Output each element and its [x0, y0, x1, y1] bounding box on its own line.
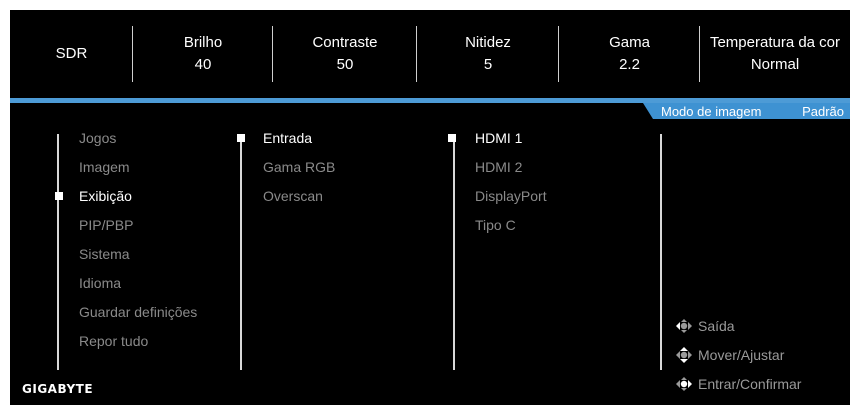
hint-enter-label: Entrar/Confirmar — [698, 376, 802, 392]
option-displayport[interactable]: DisplayPort — [475, 186, 547, 215]
picture-mode-value: Padrão — [802, 103, 844, 119]
status-bar: SDR Brilho 40 Contraste 50 Nitidez 5 Gam… — [10, 10, 850, 98]
option-hdmi-2[interactable]: HDMI 2 — [475, 157, 547, 186]
menu-line-main — [57, 134, 59, 370]
status-contrast: Contraste 50 — [273, 10, 417, 98]
menu-item-save-settings[interactable]: Guardar definições — [79, 302, 197, 331]
hint-exit: Saída — [675, 317, 735, 335]
menu-item-display-label: Exibição — [79, 188, 132, 204]
main-menu: Jogos Imagem Exibição PIP/PBP Sistema Id… — [55, 128, 197, 360]
menu-item-gaming[interactable]: Jogos — [79, 128, 197, 157]
gamma-value: 2.2 — [619, 56, 640, 73]
contrast-value: 50 — [336, 56, 354, 73]
input-options: HDMI 1 HDMI 2 DisplayPort Tipo C — [448, 128, 547, 244]
hint-exit-label: Saída — [698, 318, 735, 334]
osd-menu: SDR Brilho 40 Contraste 50 Nitidez 5 Gam… — [10, 10, 850, 405]
contrast-label: Contraste — [312, 34, 378, 51]
brightness-value: 40 — [194, 56, 212, 73]
option-hdmi-1[interactable]: HDMI 1 — [448, 128, 547, 157]
sub-menu: Entrada Gama RGB Overscan — [237, 128, 335, 215]
status-sharpness: Nitidez 5 — [417, 10, 559, 98]
menu-item-pip-pbp[interactable]: PIP/PBP — [79, 215, 197, 244]
submenu-item-input[interactable]: Entrada — [237, 128, 335, 157]
joystick-left-icon — [676, 319, 692, 333]
selection-marker — [448, 134, 456, 142]
brightness-label: Brilho — [183, 34, 223, 51]
hint-enter-confirm: Entrar/Confirmar — [675, 375, 801, 393]
gamma-label: Gama — [609, 34, 650, 51]
status-gamma: Gama 2.2 — [559, 10, 700, 98]
selection-marker — [55, 192, 63, 200]
menu-item-system[interactable]: Sistema — [79, 244, 197, 273]
joystick-press-icon — [676, 377, 692, 391]
status-brightness: Brilho 40 — [133, 10, 273, 98]
menu-line-options — [453, 134, 455, 370]
color-temp-label: Temperatura da cor — [709, 34, 841, 51]
sharpness-value: 5 — [483, 56, 493, 73]
sharpness-label: Nitidez — [465, 34, 511, 51]
joystick-up-down-icon — [676, 347, 692, 363]
submenu-item-rgb-range[interactable]: Gama RGB — [263, 157, 335, 186]
hint-move-adjust: Mover/Ajustar — [675, 346, 784, 364]
menu-line-sub — [240, 134, 242, 370]
status-hdr-label: SDR — [55, 45, 88, 62]
status-color-temperature: Temperatura da cor Normal — [700, 10, 850, 98]
menu-item-display[interactable]: Exibição — [55, 186, 197, 215]
gigabyte-logo: GIGABYTE — [22, 382, 94, 396]
picture-mode-label: Modo de imagem — [661, 103, 762, 119]
menu-item-language[interactable]: Idioma — [79, 273, 197, 302]
menu-item-reset-all[interactable]: Repor tudo — [79, 331, 197, 360]
hint-move-label: Mover/Ajustar — [698, 347, 785, 363]
option-hdmi-1-label: HDMI 1 — [475, 130, 523, 146]
selection-marker — [237, 134, 245, 142]
option-type-c[interactable]: Tipo C — [475, 215, 547, 244]
status-hdr: SDR — [10, 10, 133, 98]
menu-item-picture[interactable]: Imagem — [79, 157, 197, 186]
picture-mode-bar: Modo de imagem Padrão — [653, 103, 850, 119]
submenu-item-input-label: Entrada — [263, 130, 313, 146]
color-temp-value: Normal — [750, 56, 800, 73]
menu-line-hints — [660, 134, 662, 370]
submenu-item-overscan[interactable]: Overscan — [263, 186, 335, 215]
